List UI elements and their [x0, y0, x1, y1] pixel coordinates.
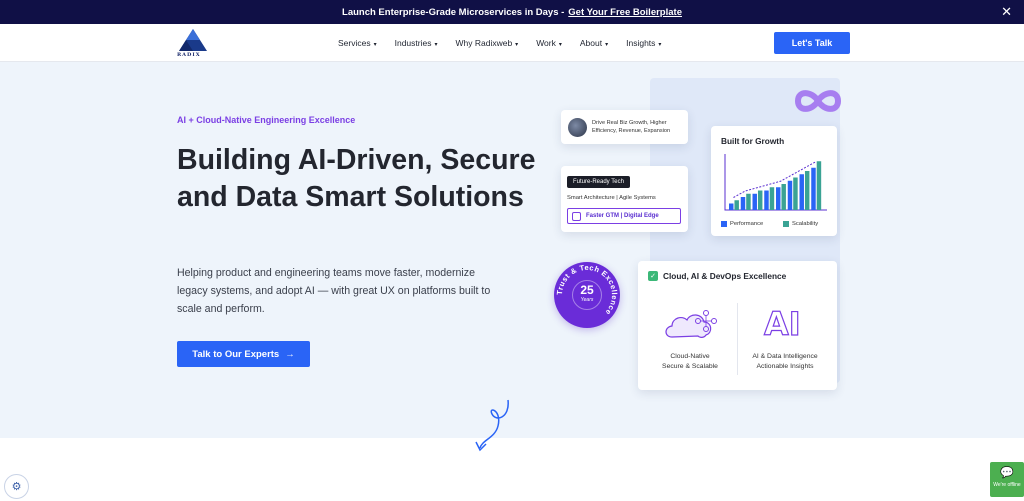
future-line: Smart Architecture | Agile Systems [567, 195, 656, 201]
infinity-icon [794, 90, 842, 112]
chevron-down-icon: ▾ [373, 42, 377, 48]
boilerplate-link[interactable]: Get Your Free Boilerplate [568, 7, 682, 18]
chart-bar-scalability-6 [793, 177, 798, 210]
main-nav: RADIX Services ▾ Industries ▾ Why Radixweb… [0, 24, 1024, 62]
devops-card: ✓ Cloud, AI & DevOps Excellence AI Cloud… [638, 261, 837, 390]
cta-label: Talk to Our Experts [192, 348, 280, 360]
avatar [568, 118, 587, 137]
hero-headline: Building AI-Driven, Secure and Data Smar… [177, 144, 536, 213]
chart-bar-scalability-7 [804, 171, 810, 210]
chat-icon: 💬 [1000, 467, 1014, 479]
ai-caption: AI & Data Intelligence Actionable Insigh… [752, 353, 818, 370]
chart-bar-performance-5 [776, 187, 781, 210]
talk-to-experts-button[interactable]: Talk to Our Experts → [177, 341, 310, 367]
chevron-down-icon: ▾ [515, 42, 519, 48]
nav-item-work[interactable]: Work ▾ [536, 38, 562, 48]
card-divider [737, 303, 738, 375]
hero-subtext: Helping product and engineering teams mo… [177, 267, 491, 315]
badge-years: Years [580, 297, 594, 303]
growth-chart-card: Built for Growth Performance Scalability [711, 126, 837, 236]
chart-bar-scalability-3 [757, 190, 763, 210]
chart-bar-performance-6 [787, 180, 793, 210]
arrow-right-icon: → [285, 348, 295, 360]
growth-chart [724, 154, 827, 211]
lets-talk-button[interactable]: Let's Talk [774, 32, 850, 54]
announcement-text: Launch Enterprise-Grade Microservices in… [342, 6, 565, 18]
close-icon[interactable]: ✕ [1001, 4, 1012, 20]
chevron-down-icon: ▾ [605, 42, 609, 48]
devops-title: Cloud, AI & DevOps Excellence [663, 271, 787, 281]
future-tech-card: Future-Ready Tech Smart Architecture | A… [561, 166, 688, 232]
chart-bar-scalability-2 [746, 193, 751, 210]
growth-note-card: Drive Real Biz Growth, Higher Efficiency… [561, 110, 688, 144]
legend-scalability: Scalability [783, 221, 818, 227]
nav-item-services[interactable]: Services ▾ [338, 38, 377, 48]
hero-eyebrow: AI + Cloud-Native Engineering Excellence [177, 115, 356, 125]
chart-bar-scalability-4 [769, 187, 775, 210]
cloud-caption: Cloud-Native Secure & Scalable [662, 353, 718, 370]
digital-edge-icon [572, 212, 581, 221]
legend-swatch [721, 221, 727, 227]
chart-bar-scalability-1 [734, 200, 739, 210]
chevron-down-icon: ▾ [558, 42, 562, 48]
chart-bar-performance-3 [752, 193, 757, 210]
chart-bar-scalability-8 [816, 161, 822, 210]
chart-bar-performance-8 [811, 167, 816, 210]
cookie-settings-icon[interactable]: ⚙ [4, 474, 29, 499]
chat-status: We're offline [993, 482, 1021, 488]
chart-title: Built for Growth [721, 136, 785, 146]
logo-text: RADIX [177, 52, 201, 58]
chart-bar-performance-1 [729, 203, 734, 210]
nav-item-why-radixweb[interactable]: Why Radixweb ▾ [455, 38, 518, 48]
nav-item-about[interactable]: About ▾ [580, 38, 608, 48]
future-tag: Future-Ready Tech [567, 176, 630, 188]
badge-number: 25 [580, 283, 594, 297]
check-icon: ✓ [648, 271, 658, 281]
chart-bar-scalability-5 [781, 184, 786, 210]
chart-bar-performance-2 [740, 197, 746, 210]
announcement-bar: Launch Enterprise-Grade Microservices in… [0, 0, 1024, 24]
chevron-down-icon: ▾ [434, 42, 438, 48]
chevron-down-icon: ▾ [658, 42, 662, 48]
chat-widget[interactable]: 💬 We're offline [990, 462, 1024, 497]
chart-bar-performance-7 [799, 174, 804, 210]
growth-note-text: Drive Real Biz Growth, Higher Efficiency… [592, 120, 671, 134]
legend-swatch [783, 221, 789, 227]
ai-glyph-icon: AI [763, 304, 801, 343]
squiggle-arrow-icon [475, 399, 509, 452]
legend-performance: Performance [721, 221, 763, 227]
years-badge: Trust & Tech Excellence 25 Years [554, 262, 620, 328]
nav-item-industries[interactable]: Industries ▾ [395, 38, 438, 48]
nav-item-insights[interactable]: Insights ▾ [626, 38, 661, 48]
future-pill: Faster GTM | Digital Edge [567, 208, 681, 224]
cloud-network-icon [665, 310, 717, 338]
chart-bar-performance-4 [764, 190, 769, 210]
nav-menu: Services ▾ Industries ▾ Why Radixweb ▾ Work… [338, 24, 679, 62]
